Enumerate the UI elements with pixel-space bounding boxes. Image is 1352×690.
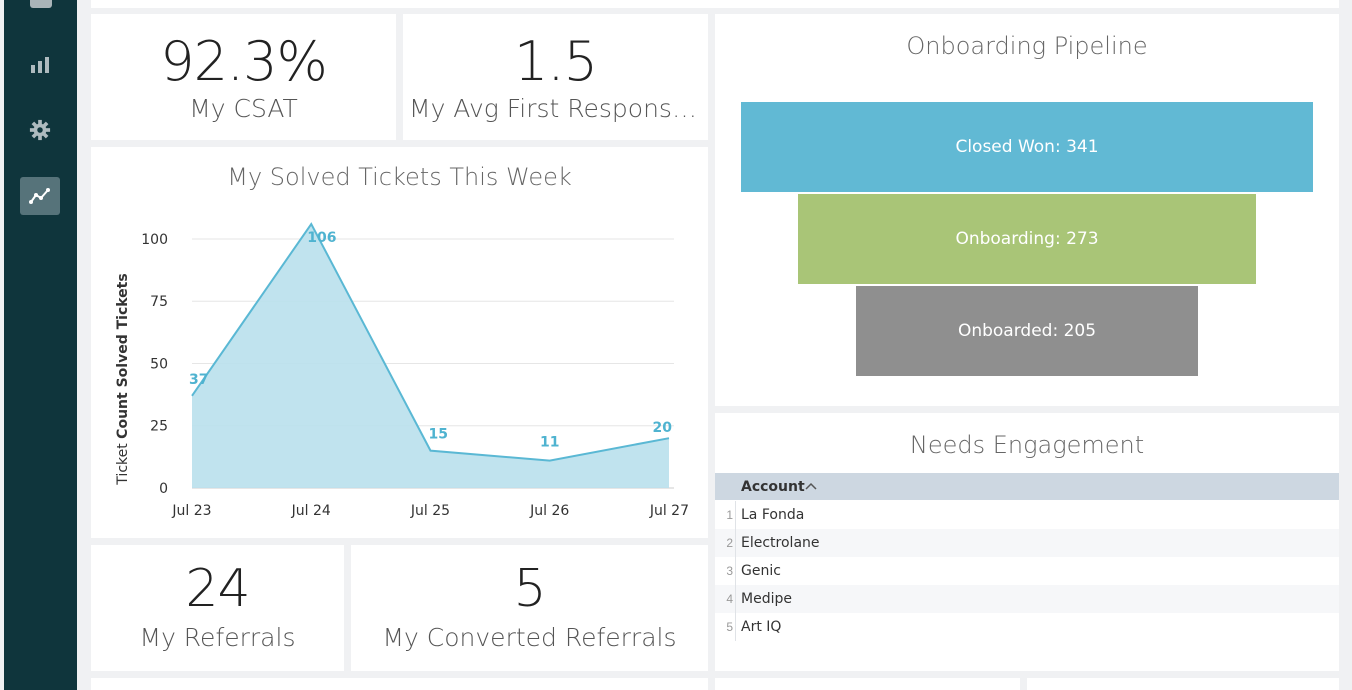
funnel-stage-onboarded[interactable]: Onboarded: 205 [856,286,1198,376]
onboarding-pipeline-title: Onboarding Pipeline [906,32,1148,60]
referrals-panel: 24 My Referrals [91,545,344,671]
sidebar-item-settings[interactable] [20,111,60,149]
converted-referrals-label: My Converted Referrals [382,623,677,652]
table-row[interactable]: 3 Genic [715,557,1339,585]
row-divider [735,557,736,585]
solved-tickets-panel: My Solved Tickets This Week 0 25 50 75 100 Ju… [91,147,708,538]
row-number: 2 [726,536,733,550]
csat-label: My CSAT [189,94,298,123]
account-cell[interactable]: Medipe [741,591,792,607]
csat-value: 92.3% [160,30,328,93]
needs-engagement-panel: Needs Engagement Account 1 La Fonda 2 Elect… [715,413,1339,671]
needs-engagement-title: Needs Engagement [909,431,1145,459]
bottom-panel-strip [715,678,1020,690]
csat-panel: 92.3% My CSAT [91,14,396,140]
x-tick-label: Jul 23 [171,503,211,519]
data-label: 15 [429,427,448,443]
account-column-header[interactable]: Account [741,479,805,495]
data-label: 11 [540,435,559,451]
funnel-stage-label: Onboarding: 273 [955,229,1099,249]
gear-icon [29,119,51,141]
table-row[interactable]: 5 Art IQ [715,613,1339,641]
solved-tickets-chart: 0 25 50 75 100 Jul 23 Jul 24 Jul 25 Jul 26 Jul 27… [115,222,689,519]
y-tick-label: 75 [150,294,168,310]
data-label: 106 [307,230,336,246]
row-divider [735,585,736,613]
funnel-stage-label: Closed Won: 341 [955,137,1099,157]
converted-referrals-value: 5 [513,559,546,619]
x-tick-label: Jul 27 [649,503,689,519]
funnel-stage-label: Onboarded: 205 [957,321,1097,341]
row-number: 5 [726,620,733,634]
sidebar-top-item[interactable] [30,0,52,8]
y-axis-label-prefix: Ticket [115,439,131,486]
account-cell[interactable]: La Fonda [741,507,804,523]
bottom-panel-strip [91,678,708,690]
x-tick-label: Jul 25 [410,503,450,519]
y-tick-label: 0 [159,481,168,497]
row-divider [735,529,736,557]
data-label: 37 [189,372,208,388]
sort-ascending-icon[interactable] [805,482,817,490]
x-tick-label: Jul 24 [291,503,331,519]
funnel-stage-onboarding[interactable]: Onboarding: 273 [798,194,1256,284]
y-tick-label: 25 [150,419,168,435]
referrals-label: My Referrals [139,623,296,652]
series-area [192,224,669,488]
row-number: 1 [726,508,733,522]
referrals-value: 24 [185,559,250,619]
first-response-label: My Avg First Response ... [409,94,708,123]
table-row[interactable]: 1 La Fonda [715,501,1339,529]
y-axis-label-bold: Count Solved Tickets [115,273,131,439]
account-cell[interactable]: Electrolane [741,535,820,551]
sidebar-item-analytics[interactable] [20,177,60,215]
y-axis-label: Ticket Count Solved Tickets [115,273,131,485]
bar-chart-icon [31,57,49,73]
account-cell[interactable]: Art IQ [741,619,781,635]
first-response-panel: 1.5 My Avg First Response ... [403,14,708,140]
row-divider [735,613,736,641]
top-panel-strip [91,0,1339,8]
onboarding-pipeline-panel: Onboarding Pipeline Closed Won: 341 Onbo… [715,14,1339,406]
row-number: 3 [726,564,733,578]
x-tick-label: Jul 26 [529,503,569,519]
line-chart-icon [29,188,50,204]
sidebar-item-reports[interactable] [20,46,60,84]
table-header: Account [715,473,1339,500]
data-label: 20 [653,420,673,436]
account-cell[interactable]: Genic [741,563,781,579]
sidebar [4,0,77,690]
row-number: 4 [726,592,733,606]
table-row[interactable]: 4 Medipe [715,585,1339,613]
table-row[interactable]: 2 Electrolane [715,529,1339,557]
converted-referrals-panel: 5 My Converted Referrals [351,545,708,671]
y-tick-label: 50 [150,356,168,372]
first-response-value: 1.5 [514,30,598,93]
y-tick-label: 100 [141,232,168,248]
funnel-stage-closed-won[interactable]: Closed Won: 341 [741,102,1313,192]
row-divider [735,501,736,529]
bottom-panel-strip [1027,678,1339,690]
